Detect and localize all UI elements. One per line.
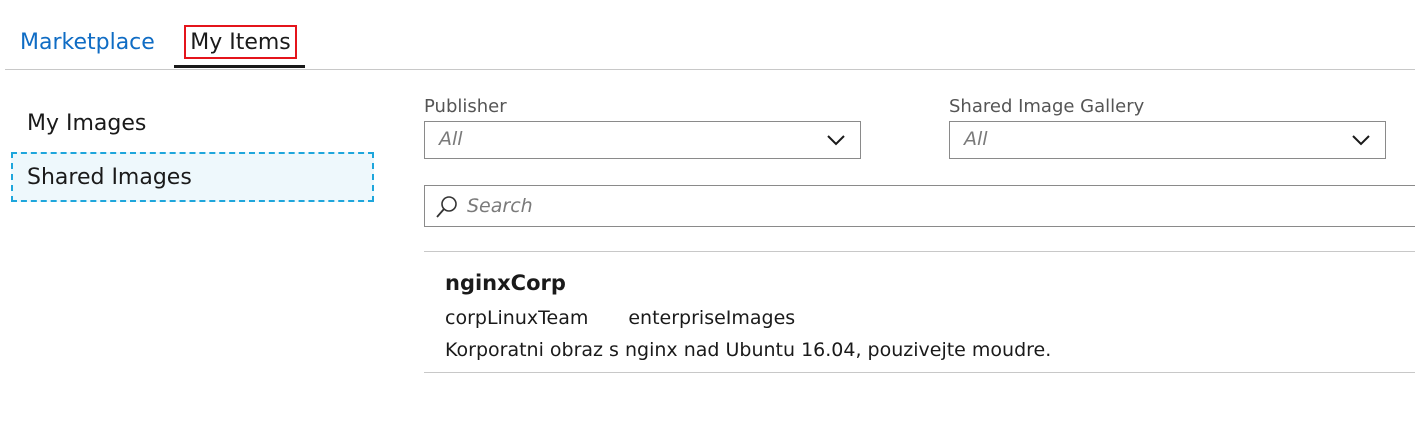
tab-my-items[interactable]: My Items xyxy=(184,25,297,59)
result-description: Korporatni obraz s nginx nad Ubuntu 16.0… xyxy=(445,339,1052,361)
publisher-dropdown[interactable]: All xyxy=(424,121,861,159)
tab-bar: Marketplace My Items xyxy=(0,0,1415,71)
results-bottom-divider xyxy=(424,372,1415,373)
results-top-divider xyxy=(424,251,1415,252)
search-icon xyxy=(436,196,457,218)
result-meta: corpLinuxTeam enterpriseImages xyxy=(445,307,795,329)
tab-marketplace[interactable]: Marketplace xyxy=(20,28,155,58)
list-item[interactable]: nginxCorp corpLinuxTeam enterpriseImages … xyxy=(424,253,1415,371)
result-title: nginxCorp xyxy=(445,271,566,295)
gallery-dropdown[interactable]: All xyxy=(949,121,1386,159)
gallery-label: Shared Image Gallery xyxy=(949,96,1145,117)
search-input[interactable] xyxy=(467,191,1397,221)
result-publisher: corpLinuxTeam xyxy=(445,307,589,329)
result-gallery: enterpriseImages xyxy=(628,307,796,329)
publisher-label: Publisher xyxy=(424,96,507,117)
tab-divider xyxy=(5,69,1415,70)
publisher-value: All xyxy=(439,128,463,150)
page: Marketplace My Items My Images Shared Im… xyxy=(0,0,1415,446)
sidebar-item-my-images[interactable]: My Images xyxy=(11,100,374,150)
gallery-value: All xyxy=(964,128,988,150)
search-box[interactable] xyxy=(424,185,1415,227)
chevron-down-icon xyxy=(1352,135,1370,146)
sidebar-item-shared-images[interactable]: Shared Images xyxy=(11,152,374,202)
chevron-down-icon xyxy=(827,135,845,146)
active-tab-underline xyxy=(174,65,305,68)
